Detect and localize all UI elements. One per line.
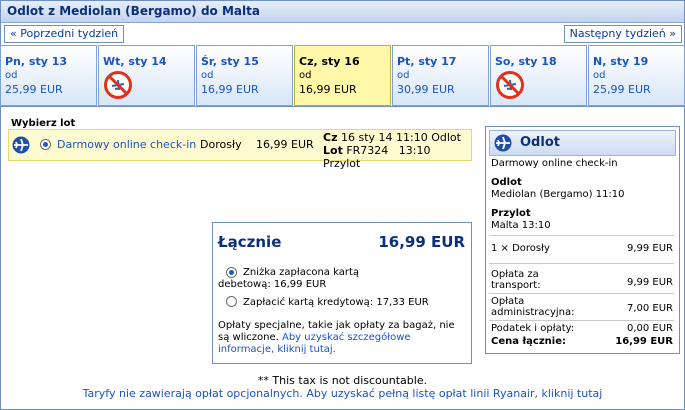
previous-week-button[interactable]: « Poprzedni tydzień [4, 25, 125, 43]
credit-option-text: Zapłacić kartą kredytową: 17,33 EUR [243, 297, 429, 308]
total-panel: Łącznie 16,99 EUR Zniżka zapłacona kartą… [212, 222, 472, 364]
debit-card-radio[interactable] [226, 267, 237, 278]
flight-option-row[interactable]: Darmowy online check-in Dorosły 16,99 EU… [8, 129, 472, 170]
divider [489, 320, 674, 321]
summary-title: Odlot [520, 135, 560, 150]
no-flight-icon [104, 71, 132, 99]
flight-price: 16,99 EUR [256, 138, 314, 151]
summary-arrive-value: Malta 13:10 [491, 220, 551, 231]
day-label: N, sty 19 [593, 55, 649, 68]
flight-radio[interactable] [40, 139, 51, 150]
page-title: Odlot z Mediolan (Bergamo) do Malta [7, 4, 260, 18]
day-tab-wed[interactable]: Śr, sty 15 od 16,99 EUR [196, 45, 293, 106]
day-label: Śr, sty 15 [201, 55, 259, 68]
fares-link[interactable]: Taryfy nie zawierają opłat opcjonalnych.… [0, 387, 685, 400]
summary-transport-row: Opłata za transport: 9,99 EUR [491, 269, 673, 291]
day-label: Wt, sty 14 [103, 55, 167, 68]
from-label: od [5, 70, 18, 81]
day-tab-mon[interactable]: Pn, sty 13 od 25,99 EUR [0, 45, 97, 106]
summary-header: Odlot [489, 130, 676, 156]
next-week-button[interactable]: Następny tydzień » [563, 25, 682, 43]
debit-option-text-2: debetową: 16,99 EUR [218, 279, 327, 290]
divider [0, 106, 685, 107]
summary-checkin: Darmowy online check-in [491, 158, 618, 169]
from-label: od [593, 70, 606, 81]
day-tab-sun[interactable]: N, sty 19 od 25,99 EUR [588, 45, 685, 106]
summary-panel: Odlot Darmowy online check-in Odlot Medi… [485, 126, 680, 354]
day-tab-sat: So, sty 18 [490, 45, 587, 106]
day-label: So, sty 18 [495, 55, 557, 68]
debit-option-text: Zniżka zapłacona kartą [243, 267, 359, 278]
day-price: 16,99 EUR [201, 83, 259, 96]
summary-admin-row: Opłata administracyjna: 7,00 EUR [491, 296, 673, 318]
credit-card-radio[interactable] [226, 296, 237, 307]
day-tab-fri[interactable]: Pt, sty 17 od 30,99 EUR [392, 45, 489, 106]
checkin-text: Darmowy online check-in [57, 138, 197, 151]
day-label: Pt, sty 17 [397, 55, 457, 68]
day-label: Cz, sty 16 [299, 55, 360, 68]
summary-depart-value: Mediolan (Bergamo) 11:10 [491, 189, 625, 200]
divider [489, 235, 674, 236]
title-bar: Odlot z Mediolan (Bergamo) do Malta [1, 1, 684, 23]
from-label: od [397, 70, 410, 81]
summary-tax-row: Podatek i opłaty: 0,00 EUR [491, 323, 673, 334]
plane-icon [494, 134, 512, 152]
summary-passenger-row: 1 × Dorosły 9,99 EUR [491, 243, 673, 254]
summary-total-row: Cena łącznie: 16,99 EUR [491, 336, 673, 347]
no-flight-icon [496, 71, 524, 99]
tax-note: ** This tax is not discountable. [257, 374, 428, 387]
summary-arrive-label: Przylot [491, 208, 531, 219]
day-price: 30,99 EUR [397, 83, 455, 96]
day-price: 16,99 EUR [299, 83, 357, 96]
day-tab-thu-selected[interactable]: Cz, sty 16 od 16,99 EUR [294, 45, 391, 106]
day-price: 25,99 EUR [5, 83, 63, 96]
day-price: 25,99 EUR [593, 83, 651, 96]
from-label: od [201, 70, 214, 81]
day-label: Pn, sty 13 [5, 55, 68, 68]
divider [489, 263, 674, 264]
fees-note: Opłaty specjalne, takie jak opłaty za ba… [218, 320, 455, 355]
total-label: Łącznie [218, 233, 282, 251]
day-tab-tue: Wt, sty 14 [98, 45, 195, 106]
total-value: 16,99 EUR [378, 233, 465, 251]
day-selector: Pn, sty 13 od 25,99 EUR Wt, sty 14 Śr, s… [0, 45, 685, 106]
flight-info: Cz 16 sty 14 11:10 Odlot Lot FR7324 13:1… [323, 131, 461, 170]
divider [489, 293, 674, 294]
plane-icon [12, 136, 30, 154]
summary-depart-label: Odlot [491, 177, 522, 188]
select-flight-heading: Wybierz lot [11, 118, 76, 129]
from-label: od [299, 70, 312, 81]
passenger-type: Dorosły [200, 138, 242, 151]
